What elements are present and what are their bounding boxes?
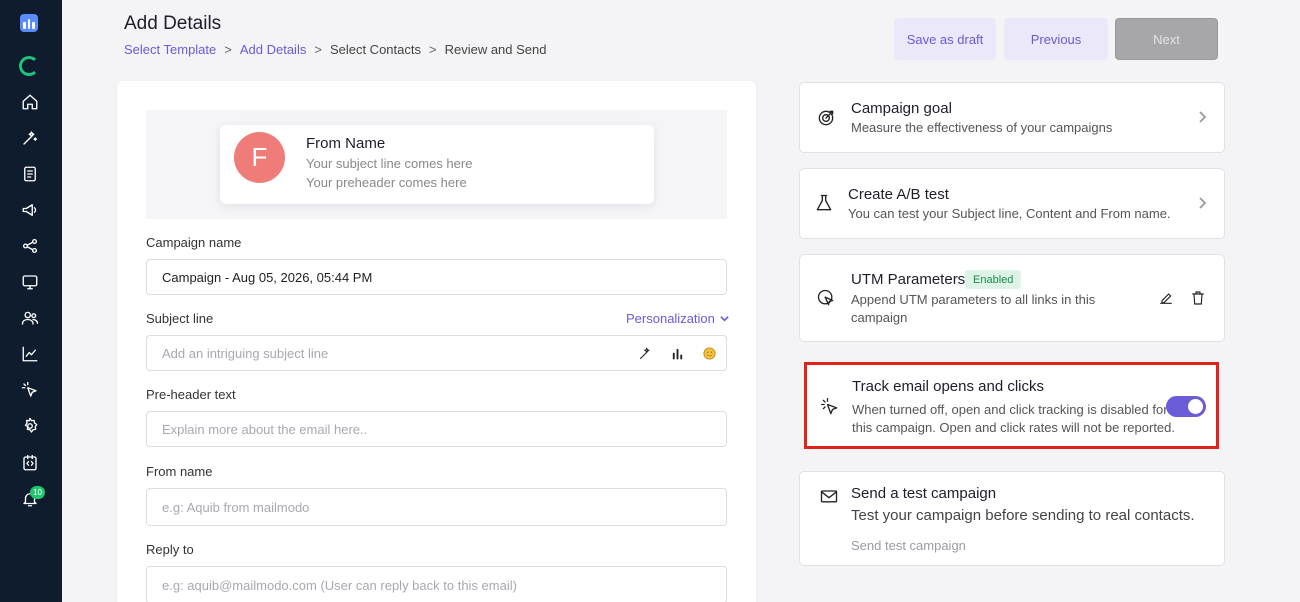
breadcrumb: Select Template > Add Details > Select C…: [124, 42, 546, 57]
inbox-preview-card: F From Name Your subject line comes here…: [220, 125, 654, 204]
breadcrumb-add-details[interactable]: Add Details: [240, 42, 306, 57]
breadcrumb-separator: >: [314, 42, 322, 57]
track-opens-clicks-title: Track email opens and clicks: [852, 378, 1045, 395]
ab-test-desc: You can test your Subject line, Content …: [848, 206, 1171, 221]
edit-icon[interactable]: [1157, 289, 1175, 307]
notification-badge: 10: [30, 486, 45, 499]
monitor-icon[interactable]: [19, 271, 41, 293]
magic-wand-icon[interactable]: [19, 127, 41, 149]
chevron-down-icon: [720, 316, 729, 322]
utm-parameters-desc-line2: campaign: [851, 310, 908, 325]
personalization-label: Personalization: [626, 311, 715, 326]
test-campaign-title: Send a test campaign: [851, 485, 997, 502]
trash-icon[interactable]: [1189, 289, 1207, 307]
chart-icon[interactable]: [19, 343, 41, 365]
chevron-right-icon[interactable]: [1195, 196, 1209, 210]
settings-icon[interactable]: [19, 415, 41, 437]
users-icon[interactable]: [19, 307, 41, 329]
logo-icon[interactable]: [20, 14, 38, 32]
breadcrumb-select-template[interactable]: Select Template: [124, 42, 216, 57]
document-icon[interactable]: [19, 163, 41, 185]
breadcrumb-separator: >: [428, 42, 437, 57]
share-icon[interactable]: [19, 235, 41, 257]
campaign-goal-title: Campaign goal: [851, 100, 952, 117]
campaign-name-label: Campaign name: [146, 235, 242, 250]
breadcrumb-select-contacts: Select Contacts: [329, 42, 421, 57]
next-button[interactable]: Next: [1115, 18, 1218, 60]
chevron-right-icon[interactable]: [1195, 110, 1209, 124]
sidebar: 10: [0, 0, 62, 602]
track-opens-clicks-desc-line2: this campaign. Open and click rates will…: [852, 420, 1176, 435]
utm-parameters-title: UTM Parameters: [851, 271, 966, 288]
home-icon[interactable]: [19, 91, 41, 113]
ab-test-card[interactable]: [799, 168, 1225, 239]
previous-button[interactable]: Previous: [1004, 18, 1108, 60]
preheader-label: Pre-header text: [146, 387, 236, 402]
preheader-input[interactable]: Explain more about the email here..: [146, 411, 727, 447]
cursor-click-icon[interactable]: [19, 379, 41, 401]
mail-send-icon: [818, 485, 840, 507]
save-as-draft-button[interactable]: Save as draft: [894, 18, 996, 60]
from-name-input[interactable]: e.g: Aquib from mailmodo: [146, 488, 727, 526]
code-icon[interactable]: [19, 452, 41, 474]
bar-chart-icon[interactable]: [668, 344, 686, 362]
personalization-dropdown[interactable]: Personalization: [626, 311, 729, 326]
avatar: F: [234, 132, 285, 183]
campaign-goal-desc: Measure the effectiveness of your campai…: [851, 120, 1113, 135]
megaphone-icon[interactable]: [19, 199, 41, 221]
track-opens-clicks-desc-line1: When turned off, open and click tracking…: [852, 402, 1168, 417]
breadcrumb-review-and-send: Review and Send: [444, 42, 547, 57]
breadcrumb-separator: >: [224, 42, 232, 57]
target-icon: [815, 107, 837, 129]
page-title: Add Details: [124, 13, 222, 34]
emoji-icon[interactable]: [700, 344, 718, 362]
preview-from-name: From Name: [306, 135, 386, 152]
send-test-campaign-link[interactable]: Send test campaign: [851, 538, 966, 553]
campaign-name-input[interactable]: Campaign - Aug 05, 2026, 05:44 PM: [146, 259, 727, 295]
status-badge: Enabled: [965, 270, 1022, 289]
preview-subject: Your subject line comes here: [306, 156, 473, 171]
loading-icon: [19, 56, 39, 76]
track-opens-clicks-toggle[interactable]: [1166, 396, 1206, 417]
from-name-label: From name: [146, 464, 213, 479]
magic-wand-icon[interactable]: [636, 344, 654, 362]
cursor-click-icon: [815, 287, 837, 309]
utm-parameters-desc-line1: Append UTM parameters to all links in th…: [851, 292, 1096, 307]
test-campaign-desc: Test your campaign before sending to rea…: [851, 507, 1195, 524]
flask-icon: [813, 192, 835, 214]
subject-line-label: Subject line: [146, 311, 214, 326]
reply-to-input[interactable]: e.g: aquib@mailmodo.com (User can reply …: [146, 566, 727, 602]
campaign-goal-card[interactable]: [799, 82, 1225, 153]
preview-preheader: Your preheader comes here: [306, 175, 467, 190]
reply-to-label: Reply to: [146, 542, 194, 557]
ab-test-title: Create A/B test: [848, 186, 949, 203]
cursor-click-icon: [819, 396, 841, 418]
